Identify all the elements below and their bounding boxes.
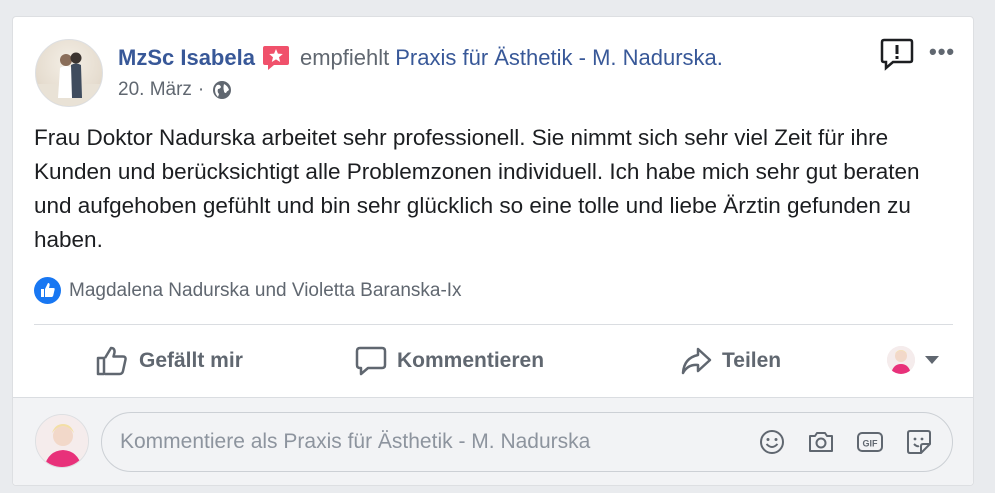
divider <box>34 324 953 325</box>
chevron-down-icon <box>925 356 939 364</box>
commenter-avatar[interactable] <box>35 414 89 468</box>
post-header: MzSc Isabela empfiehlt Praxis für Ästhet… <box>118 44 723 72</box>
like-button[interactable]: Gefällt mir <box>95 343 243 379</box>
comment-button[interactable]: Kommentieren <box>355 343 544 379</box>
like-icon <box>34 277 61 304</box>
author-name[interactable]: MzSc Isabela <box>118 44 255 72</box>
page-avatar <box>887 346 915 374</box>
reactions-summary[interactable]: Magdalena Nadurska und Violetta Baranska… <box>34 277 462 304</box>
thumbs-up-icon <box>96 346 127 376</box>
sticker-icon[interactable] <box>904 427 934 457</box>
share-label: Teilen <box>722 349 782 372</box>
share-button[interactable]: Teilen <box>680 343 781 379</box>
post-meta: 20. März · <box>118 79 232 101</box>
author-avatar[interactable] <box>35 39 103 107</box>
post-date[interactable]: 20. März <box>118 79 192 101</box>
emoji-icon[interactable] <box>757 427 787 457</box>
svg-text:GIF: GIF <box>863 439 879 449</box>
post-as-selector[interactable] <box>887 346 939 374</box>
comment-label: Kommentieren <box>397 349 545 372</box>
comment-input[interactable] <box>102 422 722 462</box>
post-card: MzSc Isabela empfiehlt Praxis für Ästhet… <box>12 16 974 486</box>
comment-composer: GIF <box>13 397 973 485</box>
recommendation-star-icon <box>262 46 289 70</box>
camera-icon[interactable] <box>806 427 836 457</box>
gif-icon[interactable]: GIF <box>855 427 885 457</box>
post-text: Frau Doktor Nadurska arbeitet sehr profe… <box>34 125 920 252</box>
comment-icon <box>355 346 387 376</box>
globe-icon[interactable] <box>212 80 232 100</box>
like-label: Gefällt mir <box>139 349 243 372</box>
more-options-icon[interactable]: ••• <box>929 41 955 63</box>
reaction-names[interactable]: Magdalena Nadurska und Violetta Baranska… <box>69 280 462 302</box>
comment-box[interactable]: GIF <box>101 412 953 472</box>
report-icon[interactable] <box>879 37 915 71</box>
meta-separator: · <box>197 79 205 100</box>
share-icon <box>681 347 712 375</box>
page-link[interactable]: Praxis für Ästhetik - M. Nadurska. <box>395 44 723 72</box>
comment-tools: GIF <box>757 427 934 457</box>
recommends-text: empfiehlt <box>299 45 390 70</box>
